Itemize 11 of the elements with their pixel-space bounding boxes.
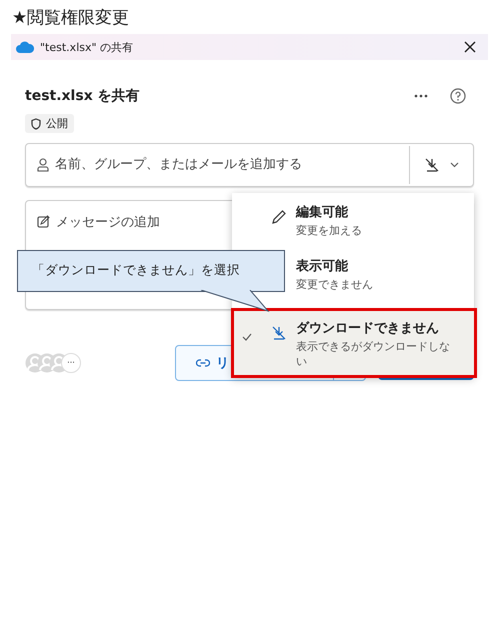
- share-title: test.xlsx を共有: [25, 87, 141, 105]
- option-title: ダウンロードできません: [296, 320, 440, 337]
- option-description: 変更できません: [296, 277, 374, 292]
- callout-text: 「ダウンロードできません」を選択: [32, 262, 240, 277]
- badge-label: 公開: [46, 116, 68, 131]
- option-description: 変更を加える: [296, 223, 363, 238]
- option-title: 編集可能: [296, 204, 349, 221]
- option-description: 表示できるがダウンロードしない: [296, 339, 451, 369]
- option-title: 表示可能: [296, 258, 349, 275]
- dialog-title: "test.xlsx" の共有: [40, 40, 134, 54]
- page-heading: ★閲覧権限変更: [11, 7, 130, 30]
